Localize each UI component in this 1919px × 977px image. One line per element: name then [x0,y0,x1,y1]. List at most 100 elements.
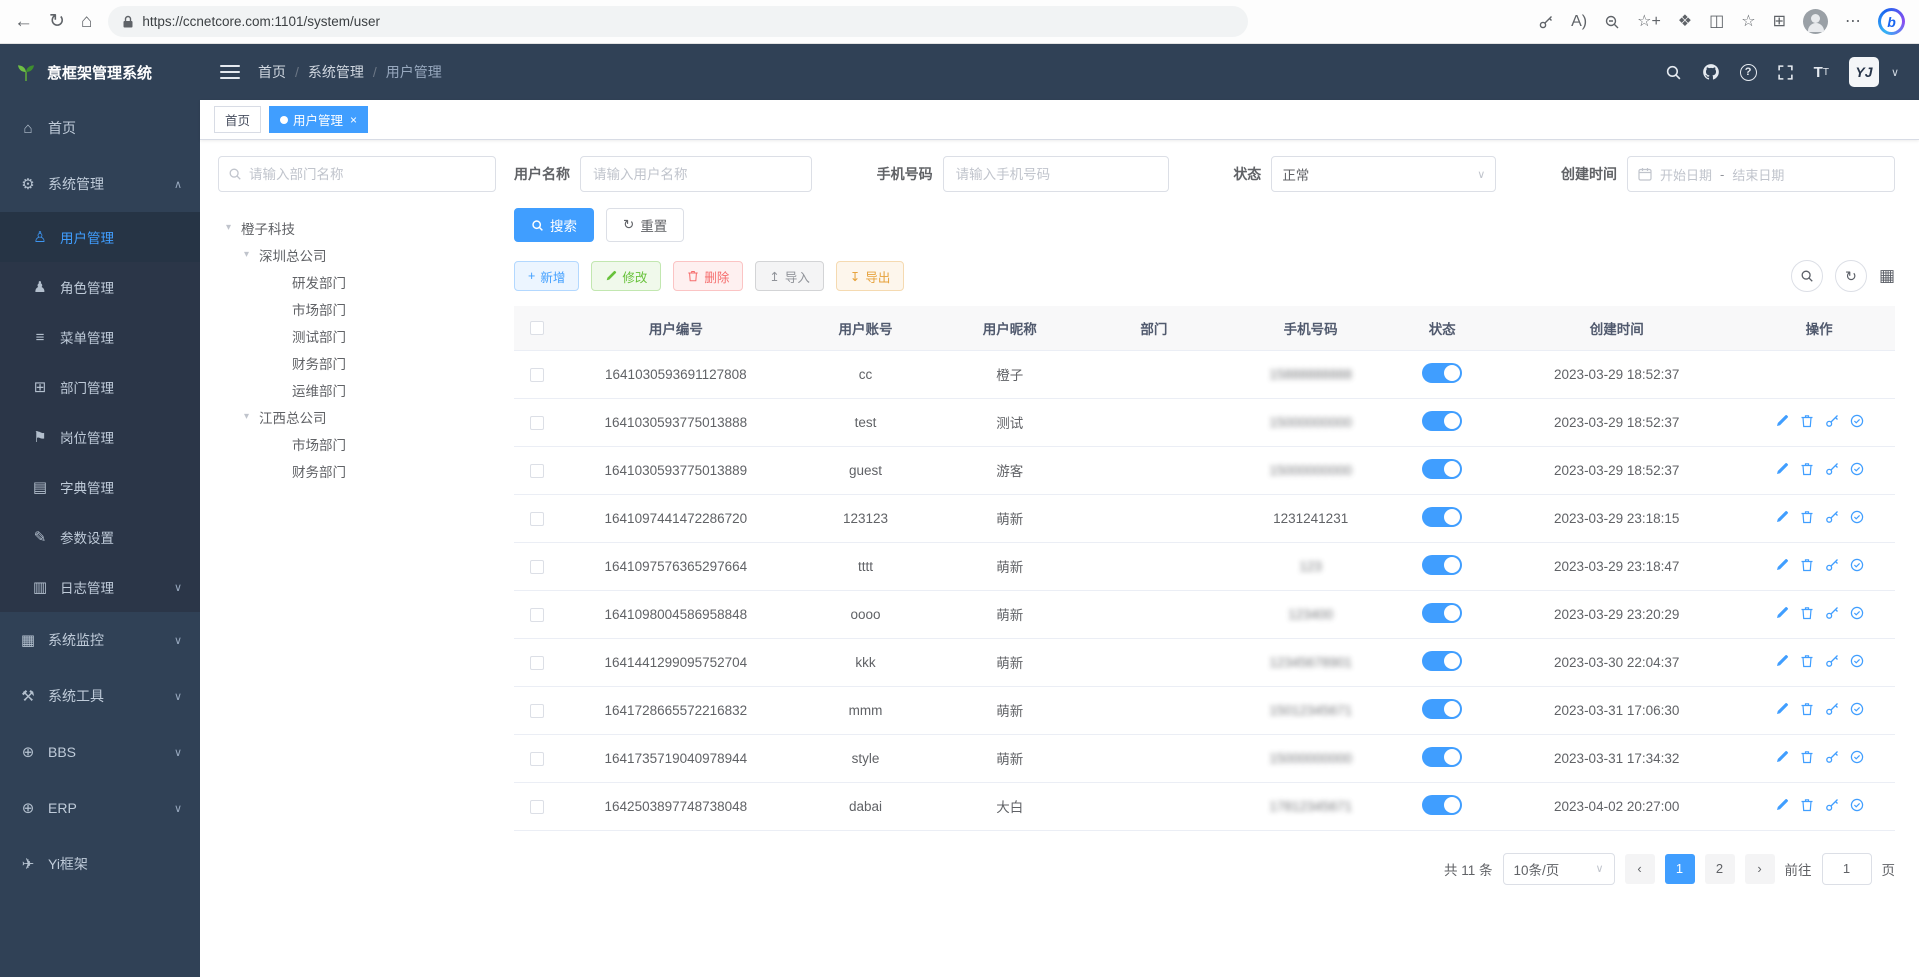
add-button[interactable]: + 新增 [514,261,579,291]
prev-page-button[interactable]: ‹ [1625,854,1655,884]
row-checkbox[interactable] [530,560,544,574]
tab-close-icon[interactable]: × [350,113,357,127]
edit-icon[interactable] [1775,510,1789,524]
more-icon[interactable]: ⋯ [1845,14,1861,30]
row-checkbox[interactable] [530,464,544,478]
page-size-select[interactable]: 10条/页 ∨ [1503,853,1615,885]
search-button[interactable]: 搜索 [514,208,594,242]
browser-profile-avatar[interactable] [1803,9,1828,34]
tree-node[interactable]: 运维部门 [218,376,496,403]
sidebar-item-dicts[interactable]: ▤ 字典管理 [0,462,200,512]
delete-icon[interactable] [1800,606,1814,620]
delete-icon[interactable] [1800,510,1814,524]
tree-node[interactable]: 财务部门 [218,349,496,376]
collections-icon[interactable]: ⊞ [1773,14,1786,30]
help-icon[interactable]: ? [1740,64,1757,81]
sidebar-item-tools[interactable]: ⚒ 系统工具 ∨ [0,668,200,724]
edit-icon[interactable] [1775,606,1789,620]
edit-icon[interactable] [1775,798,1789,812]
dept-search-input[interactable] [218,156,496,192]
reset-password-icon[interactable] [1825,510,1839,524]
row-checkbox[interactable] [530,704,544,718]
row-checkbox[interactable] [530,656,544,670]
sidebar-item-menus[interactable]: ≡ 菜单管理 [0,312,200,362]
assign-role-icon[interactable] [1850,750,1864,764]
zoom-out-icon[interactable] [1604,14,1620,30]
tab-user-management[interactable]: 用户管理 × [269,106,368,133]
status-toggle[interactable] [1422,651,1462,671]
caret-down-icon[interactable]: ∨ [1891,66,1899,79]
status-toggle[interactable] [1422,507,1462,527]
edit-icon[interactable] [1775,462,1789,476]
assign-role-icon[interactable] [1850,462,1864,476]
reset-password-icon[interactable] [1825,798,1839,812]
export-button[interactable]: ↧ 导出 [836,261,905,291]
row-checkbox[interactable] [530,800,544,814]
reset-password-icon[interactable] [1825,606,1839,620]
reset-password-icon[interactable] [1825,462,1839,476]
key-icon[interactable] [1538,14,1554,30]
phone-input[interactable] [943,156,1169,192]
sidebar-toggle-icon[interactable] [220,65,240,79]
tree-node[interactable]: 财务部门 [218,457,496,484]
tree-node[interactable]: ▾ 江西总公司 [218,403,496,430]
table-search-button[interactable] [1791,260,1823,292]
tree-node[interactable]: 市场部门 [218,430,496,457]
status-toggle[interactable] [1422,411,1462,431]
row-checkbox[interactable] [530,608,544,622]
edit-icon[interactable] [1775,702,1789,716]
goto-page-input[interactable] [1822,853,1872,885]
add-favorites-icon[interactable]: ☆+ [1637,14,1661,30]
import-button[interactable]: ↥ 导入 [755,261,824,291]
breadcrumb-item[interactable]: 首页 [258,62,308,82]
row-checkbox[interactable] [530,512,544,526]
status-toggle[interactable] [1422,795,1462,815]
assign-role-icon[interactable] [1850,702,1864,716]
edit-icon[interactable] [1775,558,1789,572]
reset-password-icon[interactable] [1825,702,1839,716]
status-toggle[interactable] [1422,699,1462,719]
sidebar-item-params[interactable]: ✎ 参数设置 [0,512,200,562]
status-select[interactable]: 正常 ∨ [1271,156,1496,192]
tab-home[interactable]: 首页 [214,106,261,133]
status-toggle[interactable] [1422,603,1462,623]
delete-button[interactable]: 删除 [673,261,743,291]
assign-role-icon[interactable] [1850,798,1864,812]
date-range-picker[interactable]: 开始日期 - 结束日期 [1627,156,1895,192]
favorites-bar-icon[interactable]: ☆ [1741,14,1755,30]
status-toggle[interactable] [1422,459,1462,479]
tree-node[interactable]: ▾ 深圳总公司 [218,241,496,268]
app-logo[interactable]: 意框架管理系统 [0,44,200,100]
status-toggle[interactable] [1422,555,1462,575]
edit-icon[interactable] [1775,414,1789,428]
reset-password-icon[interactable] [1825,654,1839,668]
delete-icon[interactable] [1800,558,1814,572]
tree-node[interactable]: 研发部门 [218,268,496,295]
delete-icon[interactable] [1800,702,1814,716]
sidebar-item-posts[interactable]: ⚑ 岗位管理 [0,412,200,462]
page-button[interactable]: 1 [1665,854,1695,884]
assign-role-icon[interactable] [1850,414,1864,428]
column-layout-button[interactable]: ▦ [1879,266,1895,286]
delete-icon[interactable] [1800,654,1814,668]
sidebar-item-users[interactable]: ♙ 用户管理 [0,212,200,262]
sidebar-item-depts[interactable]: ⊞ 部门管理 [0,362,200,412]
next-page-button[interactable]: › [1745,854,1775,884]
browser-home-icon[interactable]: ⌂ [81,12,92,31]
reset-password-icon[interactable] [1825,414,1839,428]
font-size-icon[interactable]: TT [1814,64,1829,81]
status-toggle[interactable] [1422,363,1462,383]
select-all-checkbox[interactable] [530,321,544,335]
reset-password-icon[interactable] [1825,750,1839,764]
delete-icon[interactable] [1800,798,1814,812]
row-checkbox[interactable] [530,416,544,430]
sidebar-item-home[interactable]: ⌂ 首页 [0,100,200,156]
delete-icon[interactable] [1800,462,1814,476]
assign-role-icon[interactable] [1850,558,1864,572]
extensions-icon[interactable]: ❖ [1678,14,1692,30]
split-screen-icon[interactable]: ◫ [1709,14,1724,30]
assign-role-icon[interactable] [1850,510,1864,524]
search-icon[interactable] [1665,64,1682,81]
copilot-icon[interactable]: b [1878,8,1905,35]
breadcrumb-item[interactable]: 系统管理 [308,62,386,82]
